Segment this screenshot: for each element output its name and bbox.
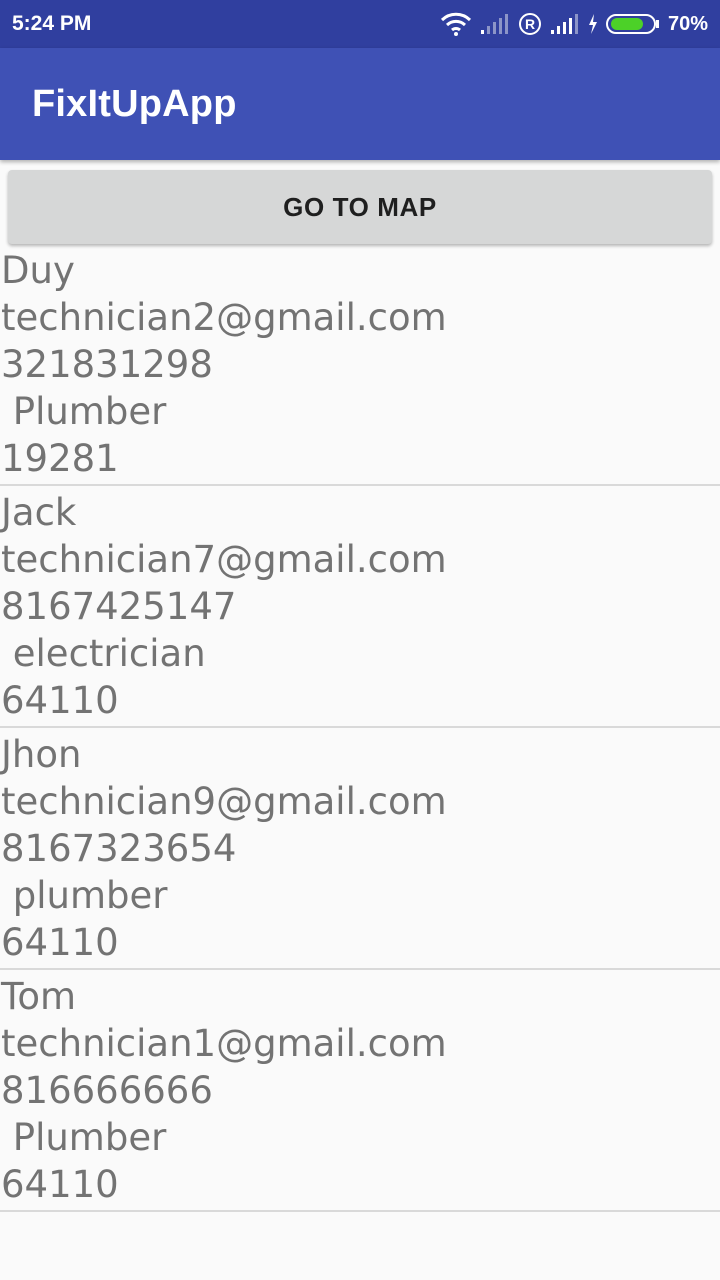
- technician-profession: electrician: [1, 632, 206, 675]
- charging-icon: [588, 14, 598, 34]
- go-to-map-button[interactable]: GO TO MAP: [8, 170, 712, 244]
- registered-icon: R: [518, 12, 542, 36]
- app-bar: FixItUpApp: [0, 48, 720, 160]
- list-item[interactable]: Tom technician1@gmail.com 816666666 Plum…: [0, 970, 720, 1212]
- technician-phone: 8167323654: [1, 827, 237, 870]
- battery-icon: [605, 13, 660, 35]
- technician-zip: 64110: [1, 1163, 119, 1206]
- technician-zip: 64110: [1, 679, 119, 722]
- technician-name: Duy: [1, 249, 75, 292]
- list-item[interactable]: Jack technician7@gmail.com 8167425147 el…: [0, 486, 720, 728]
- status-time: 5:24 PM: [12, 12, 92, 35]
- technician-phone: 816666666: [1, 1069, 213, 1112]
- technician-zip: 19281: [1, 437, 119, 480]
- technician-name: Tom: [1, 975, 76, 1018]
- technician-phone: 8167425147: [1, 585, 237, 628]
- technician-profession: Plumber: [1, 1116, 167, 1159]
- technician-name: Jack: [1, 491, 77, 534]
- list-item[interactable]: Jhon technician9@gmail.com 8167323654 pl…: [0, 728, 720, 970]
- status-bar: 5:24 PM R 70%: [0, 0, 720, 48]
- technician-email: technician1@gmail.com: [1, 1022, 447, 1065]
- technician-name: Jhon: [1, 733, 82, 776]
- signal-icon: [550, 13, 580, 35]
- app-title: FixItUpApp: [32, 82, 237, 125]
- technician-email: technician2@gmail.com: [1, 296, 447, 339]
- svg-text:R: R: [525, 16, 535, 32]
- technician-profession: Plumber: [1, 390, 167, 433]
- signal-weak-icon: [480, 13, 510, 35]
- technician-zip: 64110: [1, 921, 119, 964]
- technician-list[interactable]: Duy technician2@gmail.com 321831298 Plum…: [0, 244, 720, 1280]
- list-item[interactable]: Duy technician2@gmail.com 321831298 Plum…: [0, 244, 720, 486]
- status-icons: R 70%: [440, 12, 708, 36]
- technician-phone: 321831298: [1, 343, 213, 386]
- technician-profession: plumber: [1, 874, 168, 917]
- technician-email: technician7@gmail.com: [1, 538, 447, 581]
- wifi-icon: [440, 12, 472, 36]
- technician-email: technician9@gmail.com: [1, 780, 447, 823]
- battery-percent: 70%: [667, 12, 708, 35]
